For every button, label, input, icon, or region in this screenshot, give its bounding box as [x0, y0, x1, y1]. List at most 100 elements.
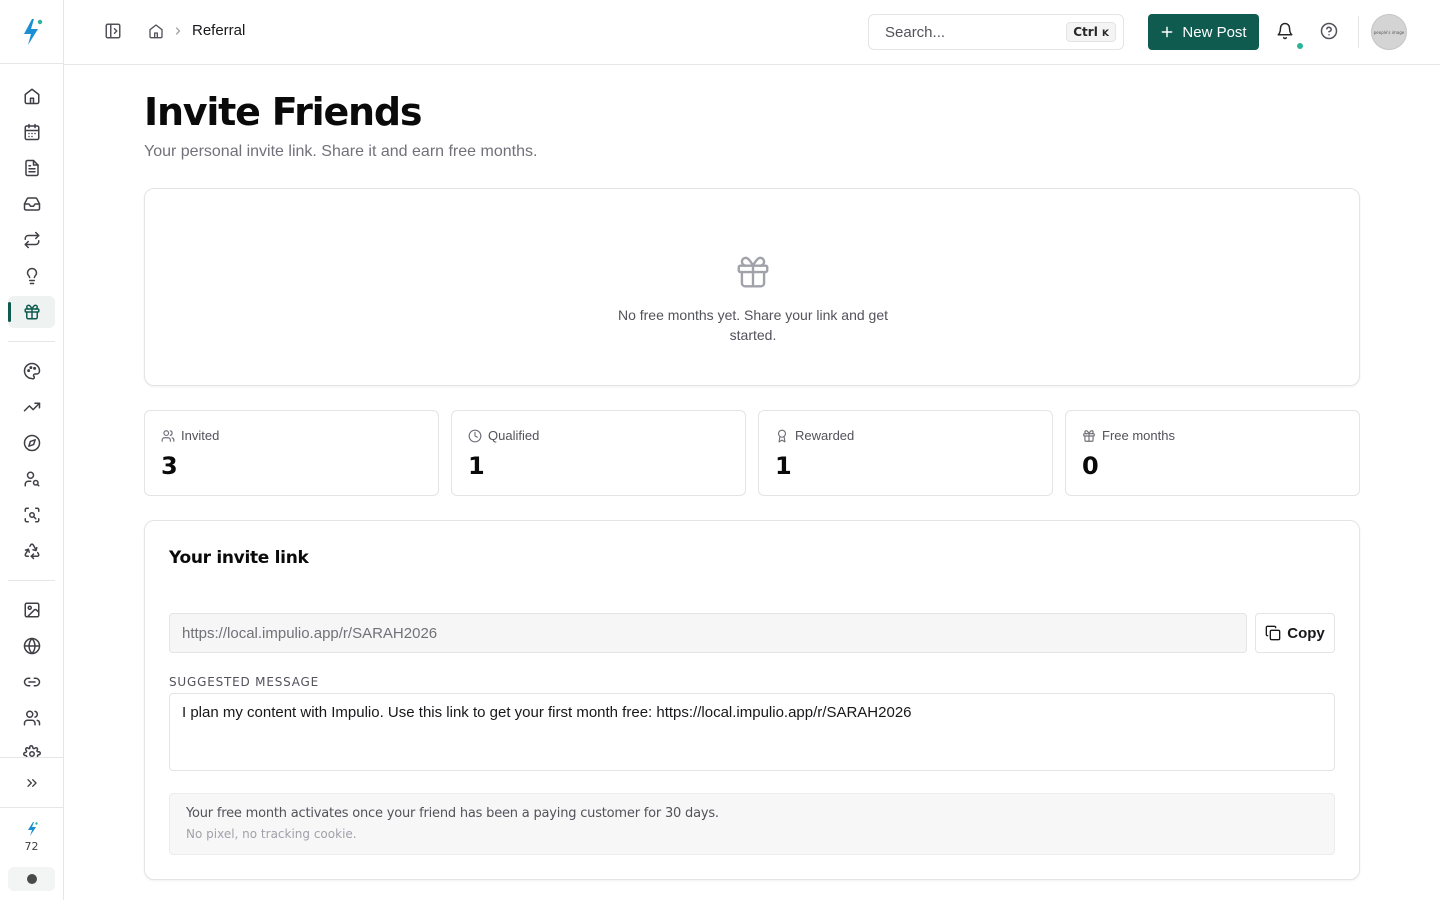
search-input[interactable]: Search... Ctrl K	[868, 14, 1124, 50]
sidebar-item-home[interactable]	[8, 80, 55, 112]
notifications-button[interactable]	[1276, 22, 1294, 40]
compass-icon	[23, 434, 40, 452]
copy-label: Copy	[1287, 624, 1325, 642]
chevrons-right-icon	[26, 779, 37, 787]
gift-icon	[24, 304, 39, 320]
sidebar-item-settings[interactable]	[8, 738, 55, 758]
user-search-icon	[24, 471, 39, 487]
home-icon	[24, 88, 39, 105]
calendar-icon	[24, 123, 39, 141]
status-toggle[interactable]	[8, 867, 55, 891]
lightbulb-icon	[26, 267, 37, 285]
sidebar-item-media[interactable]	[8, 594, 55, 626]
sidebar-nav	[0, 78, 63, 758]
copy-button[interactable]: Copy	[1255, 613, 1335, 653]
topbar: Referral Search... Ctrl K New Post peopl…	[64, 0, 1440, 65]
rewards-empty-card: No free months yet. Share your link and …	[144, 188, 1360, 386]
sidebar-item-explore[interactable]	[8, 427, 55, 459]
stat-label-row: Qualified	[468, 428, 539, 443]
empty-state-text: No free months yet. Share your link and …	[617, 307, 889, 343]
sidebar-item-referral[interactable]	[8, 296, 55, 328]
stat-card-invited: Invited 3	[144, 410, 439, 496]
stat-label: Free months	[1102, 428, 1175, 443]
stat-card-qualified: Qualified 1	[451, 410, 746, 496]
suggested-message-field[interactable]: I plan my content with Impulio. Use this…	[169, 693, 1335, 771]
stat-value: 3	[161, 452, 178, 480]
sidebar-divider	[0, 757, 63, 758]
sidebar-item-analytics[interactable]	[8, 391, 55, 423]
plus-icon	[1161, 26, 1173, 38]
bolt-sparkle-icon	[23, 18, 42, 45]
stat-value: 1	[775, 452, 792, 480]
sidebar-divider	[8, 341, 55, 342]
image-icon	[24, 602, 39, 618]
sidebar-toggle-button[interactable]	[104, 22, 122, 40]
breadcrumb-current: Referral	[192, 22, 246, 39]
topbar-divider	[1358, 16, 1359, 48]
sidebar-item-web[interactable]	[8, 630, 55, 662]
avatar-alt-text: people's image	[1373, 29, 1405, 35]
stat-card-free-months: Free months 0	[1065, 410, 1360, 496]
sidebar-item-branding[interactable]	[8, 355, 55, 387]
sidebar-item-posts[interactable]	[8, 152, 55, 184]
sidebar-item-recycle[interactable]	[8, 535, 55, 567]
new-post-button[interactable]: New Post	[1148, 14, 1259, 50]
link-icon	[23, 677, 40, 687]
bell-icon	[1277, 22, 1293, 40]
breadcrumb-separator	[172, 25, 184, 37]
stat-card-rewarded: Rewarded 1	[758, 410, 1053, 496]
globe-icon	[23, 637, 40, 655]
repeat-icon	[24, 231, 39, 249]
page-title: Invite Friends	[144, 90, 422, 134]
shortcut-ctrl: Ctrl	[1073, 25, 1098, 39]
breadcrumb-home[interactable]	[148, 23, 164, 39]
chevron-right-icon	[175, 26, 181, 35]
bolt-icon	[27, 822, 38, 836]
users-icon	[161, 429, 175, 442]
new-post-label: New Post	[1182, 23, 1247, 41]
stat-label: Invited	[181, 428, 220, 443]
stat-value: 0	[1082, 452, 1099, 480]
trending-up-icon	[23, 402, 40, 412]
sidebar-item-links[interactable]	[8, 666, 55, 698]
gift-icon	[737, 256, 769, 288]
info-note: Your free month activates once your frie…	[169, 793, 1335, 855]
sidebar-expand-button[interactable]	[8, 767, 55, 799]
award-icon	[777, 429, 787, 442]
search-placeholder: Search...	[885, 23, 946, 41]
notification-dot	[1297, 43, 1303, 49]
users-icon	[23, 710, 40, 726]
document-icon	[24, 159, 39, 177]
status-dot	[26, 874, 37, 884]
palette-icon	[23, 362, 40, 380]
stat-label: Qualified	[488, 428, 540, 443]
help-button[interactable]	[1320, 22, 1338, 40]
app-logo[interactable]	[0, 0, 63, 64]
privacy-note-text: No pixel, no tracking cookie.	[186, 827, 357, 841]
sidebar-item-team[interactable]	[8, 702, 55, 734]
copy-icon	[1265, 625, 1281, 641]
gift-icon	[1083, 429, 1095, 442]
sidebar-item-ideas[interactable]	[8, 260, 55, 292]
invite-link-field[interactable]	[169, 613, 1247, 653]
sidebar-item-calendar[interactable]	[8, 116, 55, 148]
invite-link-title: Your invite link	[169, 548, 309, 568]
stat-label-row: Rewarded	[775, 428, 854, 443]
inbox-icon	[23, 197, 40, 211]
sidebar-divider	[8, 580, 55, 581]
sidebar-item-repost[interactable]	[8, 224, 55, 256]
info-note-text: Your free month activates once your frie…	[186, 806, 719, 821]
recycle-icon	[23, 543, 40, 560]
sidebar-item-inbox[interactable]	[8, 188, 55, 220]
credits-indicator[interactable]: 72	[0, 821, 63, 853]
credits-count: 72	[24, 840, 39, 853]
sidebar-item-scan[interactable]	[8, 499, 55, 531]
stat-value: 1	[468, 452, 485, 480]
sidebar-item-audience[interactable]	[8, 463, 55, 495]
panel-toggle-icon	[105, 23, 121, 39]
scan-search-icon	[24, 507, 39, 523]
stat-label-row: Invited	[161, 428, 219, 443]
home-icon	[149, 23, 163, 38]
search-shortcut: Ctrl K	[1066, 22, 1116, 42]
avatar[interactable]: people's image	[1371, 14, 1407, 50]
